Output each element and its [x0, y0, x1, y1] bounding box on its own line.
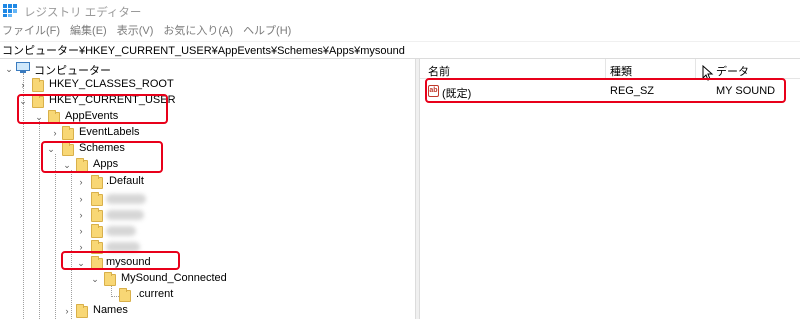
- tree-label: コンピューター: [34, 65, 111, 77]
- window-title: レジストリ エディター: [24, 7, 142, 19]
- chevron-right-icon[interactable]: ›: [50, 128, 60, 138]
- list-header: 名前 種類 データ: [420, 59, 800, 79]
- tree-label: MySound_Connected: [121, 272, 227, 284]
- folder-icon: [119, 288, 131, 302]
- redacted-label: [106, 226, 136, 236]
- chevron-right-icon[interactable]: ›: [76, 226, 86, 236]
- chevron-right-icon[interactable]: ›: [62, 306, 72, 316]
- title-bar: レジストリ エディター: [0, 0, 800, 22]
- tree-label: .Default: [106, 175, 144, 187]
- computer-icon: [16, 62, 30, 73]
- address-bar[interactable]: コンピューター¥HKEY_CURRENT_USER¥AppEvents¥Sche…: [0, 41, 800, 59]
- tree-node-eventlabels[interactable]: › EventLabels: [0, 125, 200, 141]
- chevron-down-icon[interactable]: ⌄: [90, 274, 100, 284]
- highlight-value-row: [425, 78, 786, 103]
- tree-node-redacted[interactable]: ›: [0, 223, 200, 239]
- key-tree-pane[interactable]: ⌄ コンピューター › HKEY_CLASSES_ROOT ⌄ HKEY_CUR…: [0, 59, 415, 319]
- redacted-label: [106, 210, 144, 220]
- highlight-mysound: [61, 251, 180, 270]
- column-header-data[interactable]: データ: [716, 63, 749, 79]
- tree-node-computer[interactable]: ⌄ コンピューター: [0, 61, 120, 77]
- menu-bar: ファイル(F) 編集(E) 表示(V) お気に入り(A) ヘルプ(H): [0, 22, 800, 41]
- column-header-name[interactable]: 名前: [428, 63, 450, 79]
- tree-node-hkcr[interactable]: › HKEY_CLASSES_ROOT: [0, 77, 200, 93]
- value-list-pane[interactable]: 名前 種類 データ ab (既定) REG_SZ MY SOUND: [420, 59, 800, 319]
- redacted-label: [106, 194, 146, 204]
- folder-icon: [104, 272, 116, 286]
- tree-label: EventLabels: [79, 126, 140, 138]
- column-header-type[interactable]: 種類: [610, 63, 632, 79]
- tree-node-names[interactable]: › Names: [0, 303, 200, 319]
- tree-node-redacted[interactable]: ›: [0, 207, 200, 223]
- chevron-right-icon[interactable]: ›: [18, 80, 28, 90]
- column-separator[interactable]: [605, 59, 606, 79]
- highlight-hkcu: [17, 94, 168, 124]
- menu-file[interactable]: ファイル(F): [0, 22, 65, 41]
- folder-icon: [62, 126, 74, 140]
- tree-label: Names: [93, 304, 128, 316]
- folder-icon: [91, 224, 103, 238]
- tree-node-current[interactable]: .current: [0, 287, 200, 303]
- chevron-down-icon[interactable]: ⌄: [4, 64, 14, 74]
- registry-editor-icon: [3, 4, 17, 17]
- folder-icon: [91, 175, 103, 189]
- tree-node-mysound-connected[interactable]: ⌄ MySound_Connected: [0, 271, 240, 287]
- menu-view[interactable]: 表示(V): [112, 22, 159, 41]
- menu-edit[interactable]: 編集(E): [65, 22, 112, 41]
- tree-label: .current: [136, 288, 174, 300]
- highlight-schemes: [41, 141, 163, 173]
- chevron-right-icon[interactable]: ›: [76, 177, 86, 187]
- tree-node-default[interactable]: › .Default: [0, 174, 200, 190]
- tree-label: HKEY_CLASSES_ROOT: [49, 78, 174, 90]
- folder-icon: [91, 192, 103, 206]
- folder-icon: [76, 304, 88, 318]
- menu-help[interactable]: ヘルプ(H): [238, 22, 296, 41]
- chevron-right-icon[interactable]: ›: [76, 210, 86, 220]
- chevron-right-icon[interactable]: ›: [76, 194, 86, 204]
- folder-icon: [91, 208, 103, 222]
- menu-favorites[interactable]: お気に入り(A): [158, 22, 238, 41]
- tree-node-redacted[interactable]: ›: [0, 191, 200, 207]
- column-separator[interactable]: [695, 59, 696, 79]
- folder-icon: [32, 78, 44, 92]
